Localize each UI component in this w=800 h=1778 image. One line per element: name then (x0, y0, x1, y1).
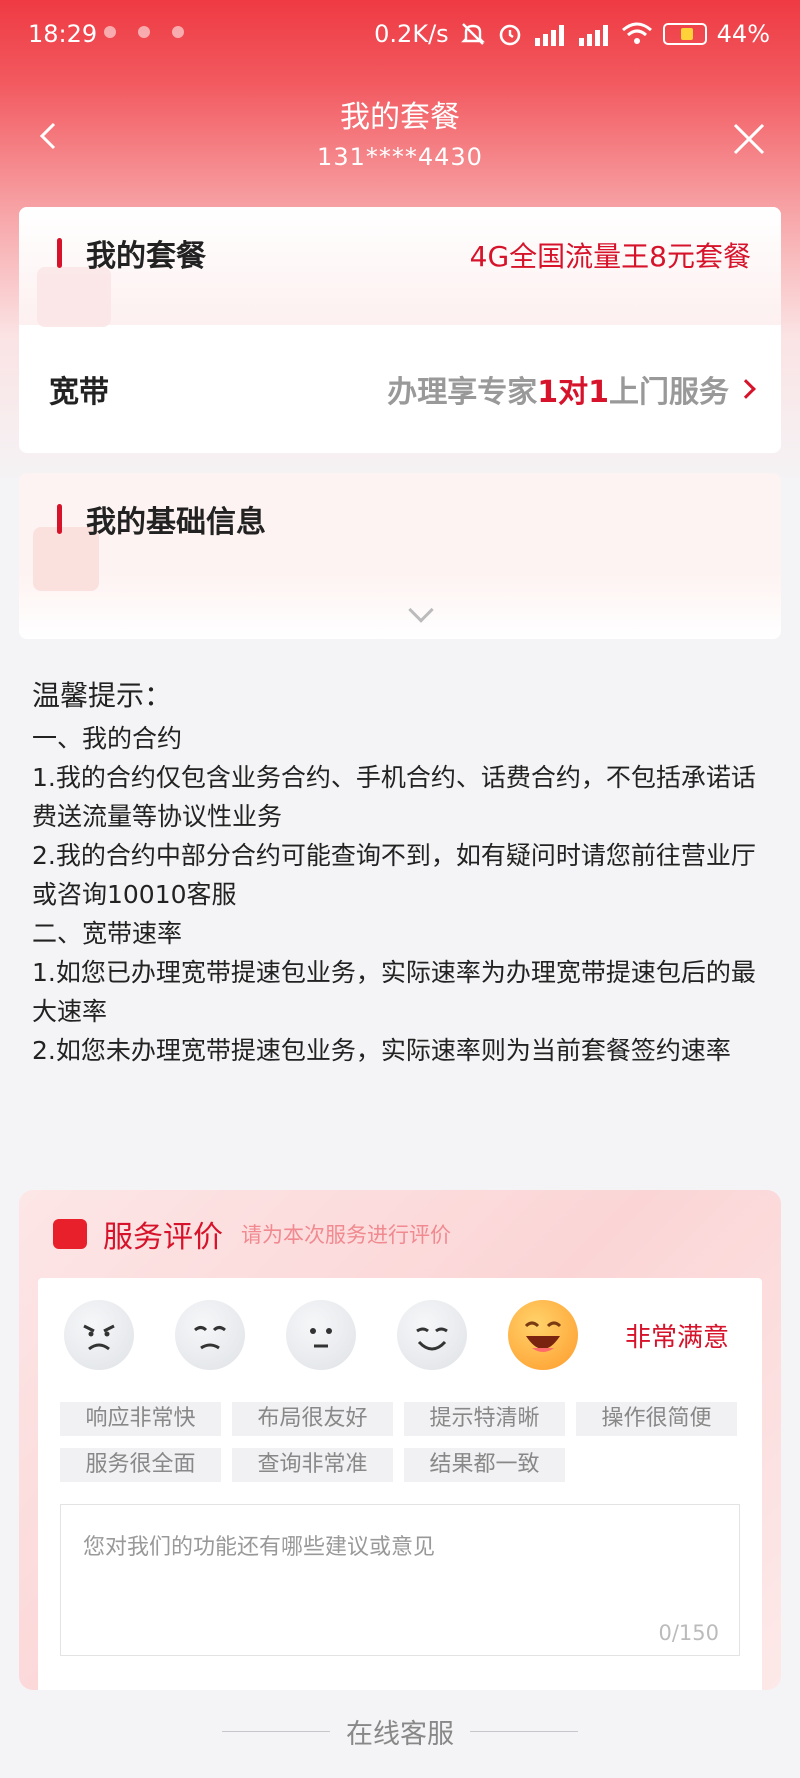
tips-title: 温馨提示： (32, 679, 173, 712)
tips-line: 1.我的合约仅包含业务合约、手机合约、话费合约，不包括承诺话费送流量等协议性业务 (32, 763, 756, 831)
plan-name: 4G全国流量王8元套餐 (469, 240, 751, 273)
wifi-icon (621, 22, 652, 44)
neutral-face-icon[interactable] (286, 1300, 356, 1370)
alarm-icon (499, 24, 520, 46)
customer-service-link[interactable]: 在线客服 (346, 1712, 454, 1751)
mute-icon (460, 23, 485, 45)
rating-tag[interactable]: 服务很全面 (60, 1448, 221, 1482)
plan-card-title-text: 我的套餐 (86, 239, 206, 274)
signal-hd-icon (534, 25, 564, 46)
phone-number: 131****4430 (317, 143, 483, 171)
rating-tag[interactable]: 查询非常准 (232, 1448, 393, 1482)
rating-tags: 响应非常快 布局很友好 提示特清晰 操作很简便 服务很全面 查询非常准 结果都一… (60, 1402, 750, 1482)
tips-line: 二、宽带速率 (32, 919, 183, 948)
rating-tag[interactable]: 响应非常快 (60, 1402, 221, 1436)
basic-info-title-text: 我的基础信息 (86, 505, 266, 540)
title-accent-bar (57, 504, 62, 534)
plan-card-header: 我的套餐 4G全国流量王8元套餐 (19, 207, 781, 327)
rating-panel: 非常满意 响应非常快 布局很友好 提示特清晰 操作很简便 服务很全面 查询非常准… (38, 1278, 762, 1690)
status-time: 18:29 (28, 20, 98, 48)
feedback-box: 0/150 (60, 1504, 740, 1656)
rating-faces: 非常满意 (64, 1300, 729, 1370)
promo-highlight: 1对1 (537, 375, 609, 410)
rating-title: 服务评价 (103, 1220, 223, 1255)
nav-bar: 我的套餐 131****4430 (0, 90, 800, 180)
divider (222, 1731, 330, 1732)
status-right: 0.2K/s 44% (374, 20, 770, 48)
basic-info-card[interactable]: 我的基础信息 (19, 473, 781, 639)
tips-section: 温馨提示： 一、我的合约 1.我的合约仅包含业务合约、手机合约、话费合约，不包括… (32, 676, 772, 1070)
notification-icon (104, 26, 116, 38)
tips-line: 2.我的合约中部分合约可能查询不到，如有疑问时请您前往营业厅或咨询10010客服 (32, 841, 756, 909)
tips-line: 1.如您已办理宽带提速包业务，实际速率为办理宽带提速包后的最大速率 (32, 958, 756, 1026)
rating-tag[interactable]: 提示特清晰 (404, 1402, 565, 1436)
broadband-label: 宽带 (49, 375, 109, 410)
tips-line: 2.如您未办理宽带提速包业务，实际速率则为当前套餐签约速率 (32, 1036, 731, 1065)
sim-card-icon (37, 267, 111, 327)
notification-icon (138, 26, 150, 38)
divider (470, 1731, 578, 1732)
tips-line: 一、我的合约 (32, 724, 183, 753)
promo-prefix: 办理享专家 (387, 375, 538, 410)
char-counter: 0/150 (658, 1621, 719, 1645)
rating-tag[interactable]: 结果都一致 (404, 1448, 565, 1482)
signal-icon (578, 25, 608, 46)
rating-section: 服务评价 请为本次服务进行评价 非常满意 响应非常快 布局很友好 提示特清晰 操… (19, 1190, 781, 1690)
sad-face-icon[interactable] (175, 1300, 245, 1370)
notification-icons (104, 26, 184, 38)
battery-icon (662, 23, 707, 45)
broadband-promo[interactable]: 办理享专家 1对1 上门服务 (387, 367, 756, 411)
rating-tag[interactable]: 操作很简便 (576, 1402, 737, 1436)
satisfaction-label: 非常满意 (625, 1322, 730, 1353)
network-speed: 0.2K/s (374, 20, 449, 48)
smile-face-icon[interactable] (397, 1300, 467, 1370)
chevron-left-icon[interactable] (34, 122, 62, 150)
chat-bubble-icon (53, 1219, 87, 1249)
basic-info-title: 我的基础信息 (57, 497, 266, 541)
laughing-face-icon[interactable] (508, 1300, 578, 1370)
notification-icon (172, 26, 184, 38)
angry-face-icon[interactable] (64, 1300, 134, 1370)
title-accent-bar (57, 238, 62, 268)
rating-tag[interactable]: 布局很友好 (232, 1402, 393, 1436)
battery-level: 44% (716, 20, 770, 48)
broadband-row[interactable]: 宽带 办理享专家 1对1 上门服务 (19, 325, 781, 453)
rating-header: 服务评价 请为本次服务进行评价 (53, 1212, 451, 1256)
status-bar: 18:29 0.2K/s 44% (0, 0, 800, 72)
feedback-input[interactable] (61, 1505, 739, 1655)
plan-card-title: 我的套餐 (57, 231, 206, 275)
close-icon[interactable] (732, 122, 766, 156)
plan-card: 我的套餐 4G全国流量王8元套餐 宽带 办理享专家 1对1 上门服务 (19, 207, 781, 453)
page-title: 我的套餐 (340, 100, 460, 135)
rating-hint: 请为本次服务进行评价 (241, 1223, 451, 1247)
promo-suffix: 上门服务 (609, 375, 729, 410)
chevron-down-icon[interactable] (408, 597, 434, 623)
chevron-right-icon (736, 379, 756, 399)
customer-service-bar: 在线客服 (0, 1712, 800, 1751)
